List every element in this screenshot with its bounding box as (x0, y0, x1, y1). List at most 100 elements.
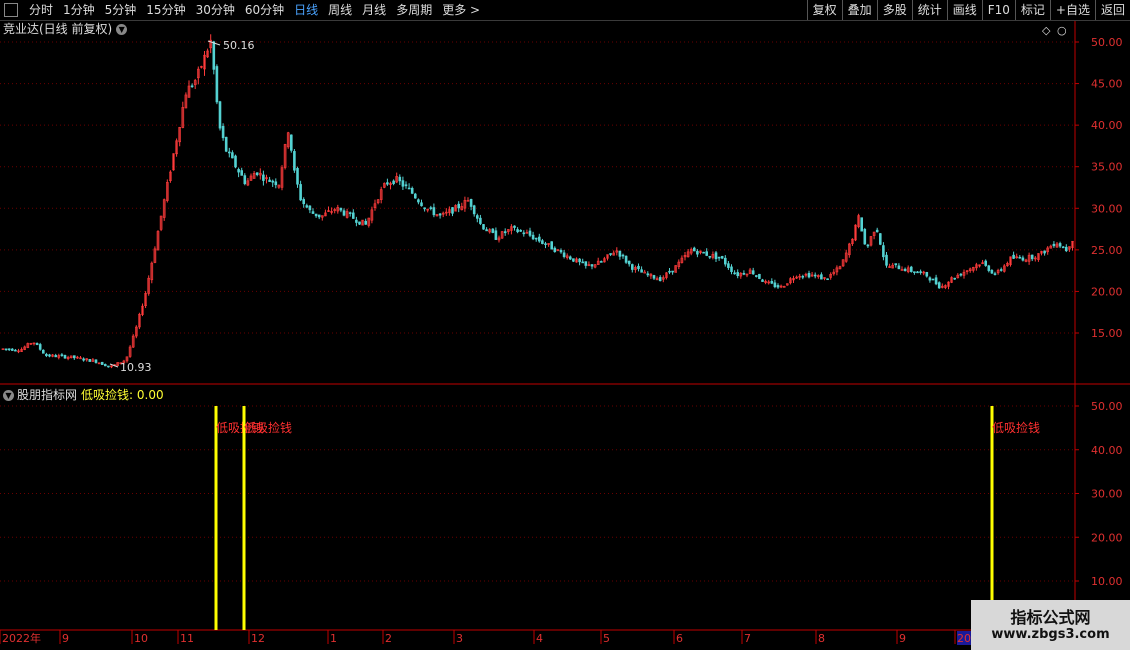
candle-body (885, 254, 888, 266)
candle-body (630, 264, 634, 270)
candle-body (637, 265, 640, 270)
candle-body (94, 359, 98, 363)
candle-body (401, 180, 405, 187)
candle-body (268, 179, 271, 182)
candle-body (754, 275, 758, 277)
candle-body (702, 251, 705, 254)
candle-body (243, 175, 247, 185)
candle-body (472, 205, 476, 215)
candle-body (420, 202, 423, 207)
candle-body (1043, 250, 1046, 254)
candle-body (60, 354, 64, 356)
candle-body (289, 134, 293, 151)
candle-body (751, 270, 755, 275)
candle-body (482, 224, 485, 230)
candle-body (934, 277, 938, 285)
candle-body (730, 266, 733, 272)
candle-body (104, 364, 107, 367)
candle-body (302, 199, 306, 205)
candle-body (503, 231, 507, 234)
candle-body (14, 349, 17, 352)
main-chart-title: 竞业达(日线 前复权) ▼ (3, 21, 128, 37)
candle-body (190, 85, 194, 88)
candle-body (537, 236, 541, 242)
candle-body (984, 260, 988, 266)
candle-body (35, 343, 39, 345)
candle-body (404, 184, 408, 187)
candle-body (392, 180, 395, 184)
candle-body (88, 359, 92, 362)
date-label: 1 (330, 632, 337, 645)
candle-body (572, 258, 575, 262)
candle-body (11, 348, 14, 351)
candle-body (1030, 254, 1034, 260)
candle-body (1058, 243, 1062, 247)
y-tick-label: 40.00 (1091, 119, 1123, 132)
candle-body (761, 279, 764, 282)
date-label: 11 (180, 632, 194, 645)
y-tick-label: 45.00 (1091, 78, 1123, 91)
candle-body (255, 172, 259, 176)
candle-body (528, 230, 532, 236)
candle-body (429, 207, 433, 209)
candle-body (826, 278, 829, 281)
candle-body (928, 277, 932, 281)
candle-body (692, 247, 696, 252)
candle-body (562, 252, 566, 257)
candle-body (522, 232, 526, 235)
candle-body (953, 277, 957, 280)
candle-body (866, 244, 870, 247)
candle-body (544, 243, 547, 245)
candle-body (215, 66, 219, 103)
candle-body (475, 215, 479, 219)
indicator-tick-label: 30.00 (1091, 488, 1123, 501)
kline-chart-area[interactable]: 50.00 45.00 40.00 35.00 30.00 25.00 20.00 15.00… (0, 0, 1130, 650)
candle-body (658, 277, 662, 282)
date-label: 20 (957, 632, 971, 645)
candle-body (714, 252, 718, 260)
candle-body (820, 274, 823, 280)
candle-body (696, 250, 699, 255)
candle-body (553, 247, 557, 252)
candle-body (717, 256, 721, 259)
candle-body (733, 272, 736, 275)
candle-body (894, 263, 898, 266)
candle-body (742, 272, 746, 275)
candle-body (531, 234, 535, 240)
indicator-title: ▼ 股朋指标网 低吸捡钱: 0.00 (3, 387, 164, 403)
candle-body (581, 261, 585, 264)
candle-body (308, 205, 312, 211)
candle-body (578, 258, 581, 263)
candle-body (358, 221, 361, 225)
candle-body (863, 229, 867, 245)
candle-body (299, 184, 302, 201)
candle-body (1065, 246, 1068, 252)
diamond-icon: ◇ (1042, 24, 1051, 37)
candle-body (925, 271, 929, 277)
candle-body (218, 101, 222, 129)
y-tick-label: 15.00 (1091, 327, 1123, 340)
candle-body (801, 275, 805, 278)
candle-body (723, 257, 727, 265)
chevron-down-icon[interactable]: ▼ (3, 390, 14, 401)
candle-body (314, 213, 318, 217)
candle-body (668, 270, 671, 273)
candle-body (221, 125, 225, 139)
chevron-down-icon[interactable]: ▼ (116, 24, 128, 35)
candle-body (231, 152, 234, 159)
candle-body (355, 219, 358, 223)
candle-body (7, 348, 11, 351)
indicator-tick-label: 20.00 (1091, 531, 1123, 544)
date-label: 7 (744, 632, 751, 645)
candle-body (875, 229, 879, 233)
candle-body (534, 237, 538, 240)
indicator-tick-label: 10.00 (1091, 575, 1123, 588)
date-label: 9 (899, 632, 906, 645)
indicator-source: 股朋指标网 (17, 388, 78, 402)
y-tick-label: 20.00 (1091, 285, 1123, 298)
candle-body (541, 240, 544, 244)
candle-body (640, 269, 643, 273)
candle-body (262, 174, 265, 181)
candle-body (364, 220, 368, 225)
candle-body (423, 207, 426, 210)
